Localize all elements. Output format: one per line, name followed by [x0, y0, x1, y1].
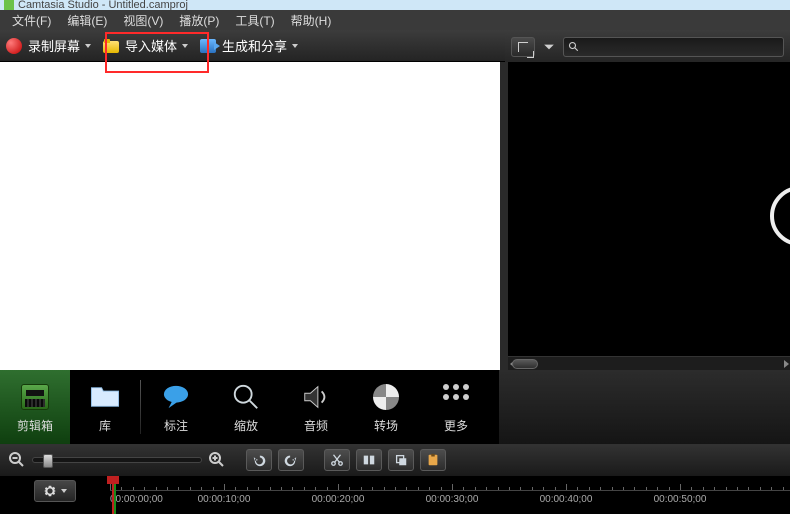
split-button[interactable]	[356, 449, 382, 471]
timeline-ruler: 00:00:00;00 00:00:10;00 00:00:20;00 00:00:3…	[110, 476, 790, 514]
main-area	[0, 62, 790, 370]
cut-button[interactable]	[324, 449, 350, 471]
more-icon	[438, 381, 474, 413]
preview-scrollbar[interactable]	[508, 356, 790, 370]
zoom-in-button[interactable]	[208, 451, 226, 469]
tab-transitions[interactable]: 转场	[351, 370, 421, 444]
share-label: 生成和分享	[222, 36, 287, 55]
preview-toolbar	[505, 30, 790, 64]
shrink-to-fit-button[interactable]	[511, 37, 535, 57]
record-screen-button[interactable]: 录制屏幕	[0, 33, 97, 59]
paste-button[interactable]	[420, 449, 446, 471]
timeline-label: 00:00:20;00	[312, 494, 365, 505]
playhead[interactable]	[112, 476, 114, 514]
timeline-toolbar	[0, 444, 790, 476]
tab-library[interactable]: 库	[70, 370, 140, 444]
gear-icon	[43, 484, 57, 498]
menu-help[interactable]: 帮助(H)	[283, 12, 340, 29]
menu-view[interactable]: 视图(V)	[115, 12, 171, 29]
zoom-slider[interactable]	[32, 457, 202, 463]
tab-zoom-label: 缩放	[234, 417, 258, 434]
audio-icon	[298, 381, 334, 413]
timeline-label: 00:00:30;00	[426, 494, 479, 505]
timeline-ruler-area[interactable]: 00:00:00;00 00:00:10;00 00:00:20;00 00:00:3…	[110, 476, 790, 514]
task-tabs: 剪辑箱 库 标注 缩放 音频 转场 更多	[0, 370, 790, 444]
transitions-icon	[368, 381, 404, 413]
library-icon	[87, 381, 123, 413]
vertical-splitter[interactable]	[500, 62, 508, 370]
app-icon	[4, 0, 14, 10]
timeline-label: 00:00:40;00	[540, 494, 593, 505]
zoom-slider-thumb[interactable]	[43, 454, 53, 468]
zoom-out-button[interactable]	[8, 451, 26, 469]
tab-more-label: 更多	[444, 417, 468, 434]
tracks-menu-button[interactable]	[34, 480, 76, 502]
tab-library-label: 库	[99, 417, 111, 434]
zoom-icon	[228, 381, 264, 413]
scroll-right-icon[interactable]	[781, 359, 790, 369]
preview-panel[interactable]	[508, 62, 790, 370]
tab-more[interactable]: 更多	[421, 370, 491, 444]
record-icon	[6, 38, 22, 54]
timeline: 00:00:00;00 00:00:10;00 00:00:20;00 00:00:3…	[0, 476, 790, 514]
tab-audio-label: 音频	[304, 417, 328, 434]
produce-share-button[interactable]: 生成和分享	[194, 33, 304, 59]
tab-callouts-label: 标注	[164, 417, 188, 434]
scroll-thumb[interactable]	[512, 359, 538, 369]
tab-clipbin-label: 剪辑箱	[17, 417, 53, 434]
menu-edit[interactable]: 编辑(E)	[59, 12, 115, 29]
undo-button[interactable]	[246, 449, 272, 471]
timeline-label: 00:00:00;00	[110, 494, 163, 505]
window-title: Camtasia Studio - Untitled.camproj	[18, 0, 188, 10]
tab-clipbin[interactable]: 剪辑箱	[0, 370, 70, 444]
tab-zoom[interactable]: 缩放	[211, 370, 281, 444]
tab-callouts[interactable]: 标注	[141, 370, 211, 444]
clip-bin-panel[interactable]	[0, 62, 500, 370]
menu-bar: 文件(F) 编辑(E) 视图(V) 播放(P) 工具(T) 帮助(H)	[0, 10, 790, 30]
search-input[interactable]	[584, 41, 779, 53]
menu-tools[interactable]: 工具(T)	[227, 12, 282, 29]
preview-placeholder-icon	[770, 186, 790, 246]
import-label: 导入媒体	[125, 36, 177, 55]
search-icon	[568, 41, 580, 53]
import-media-button[interactable]: 导入媒体	[97, 33, 194, 59]
preview-dropdown[interactable]	[541, 37, 557, 57]
tab-audio[interactable]: 音频	[281, 370, 351, 444]
menu-play[interactable]: 播放(P)	[171, 12, 227, 29]
menu-file[interactable]: 文件(F)	[4, 12, 59, 29]
copy-button[interactable]	[388, 449, 414, 471]
folder-icon	[103, 39, 119, 53]
redo-button[interactable]	[278, 449, 304, 471]
fit-icon	[518, 42, 528, 52]
preview-controls-area	[499, 370, 790, 444]
tab-transitions-label: 转场	[374, 417, 398, 434]
timeline-label: 00:00:50;00	[654, 494, 707, 505]
callout-icon	[158, 381, 194, 413]
share-icon	[200, 39, 216, 53]
timeline-track-header	[0, 476, 110, 514]
record-label: 录制屏幕	[28, 36, 80, 55]
title-bar: Camtasia Studio - Untitled.camproj	[0, 0, 790, 10]
timeline-label: 00:00:10;00	[198, 494, 251, 505]
search-box[interactable]	[563, 37, 784, 57]
clipbin-icon	[21, 384, 49, 410]
